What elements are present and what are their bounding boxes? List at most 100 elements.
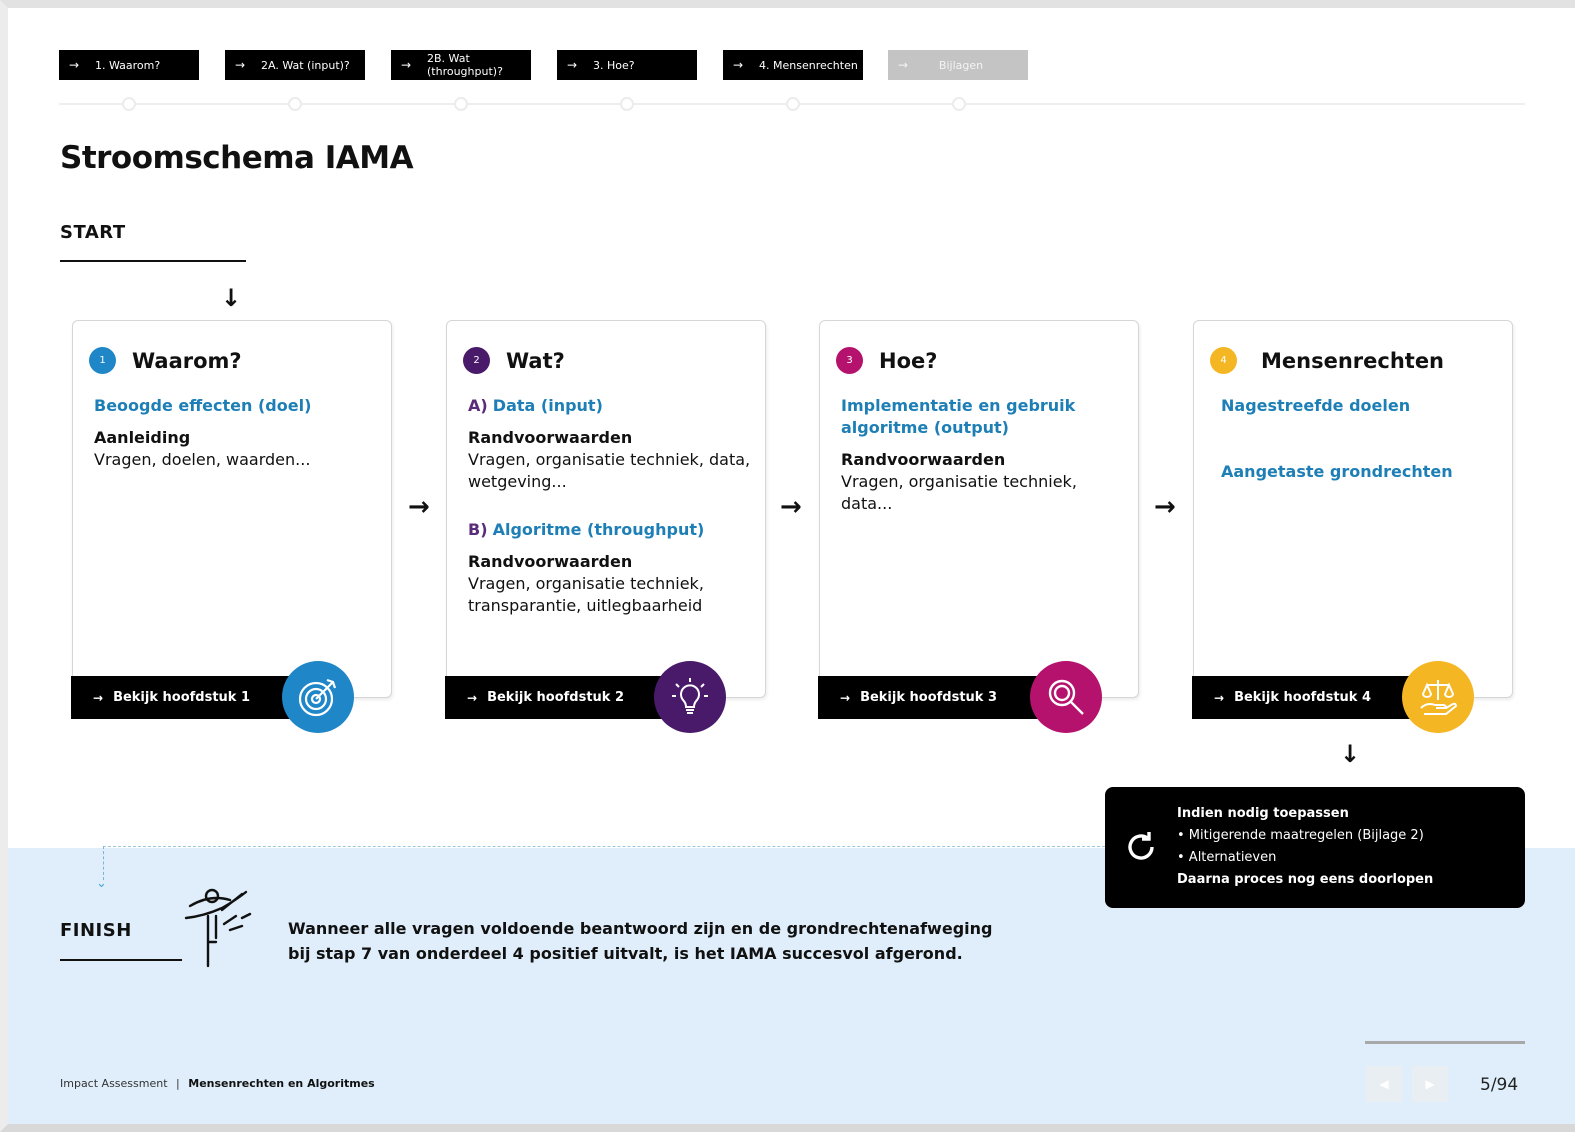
- pager-divider: [1365, 1041, 1525, 1044]
- finish-text-line: Wanneer alle vragen voldoende beantwoord…: [288, 919, 993, 938]
- card-header: 3 Hoe?: [836, 347, 937, 374]
- callout-indien-nodig: Indien nodig toepassen • Mitigerende maa…: [1105, 787, 1525, 908]
- card-subhead: Randvoorwaarden: [468, 552, 633, 571]
- card-text: Vragen, organisatie techniek, data...: [841, 472, 1077, 513]
- card-header: 2 Wat?: [463, 347, 565, 374]
- nav-tab-label: 2B. Wat (throughput)?: [427, 52, 503, 78]
- card-link[interactable]: Aangetaste grondrechten: [1221, 461, 1498, 483]
- card-link: Algoritme (throughput): [492, 520, 705, 539]
- nav-tab-label: 1. Waarom?: [95, 58, 161, 72]
- card-link-b[interactable]: B) Algoritme (throughput): [468, 519, 751, 541]
- card-waarom: 1 Waarom? Beoogde effecten (doel) Aanlei…: [72, 320, 392, 698]
- step-number-badge: 2: [463, 347, 490, 374]
- callout-title: Indien nodig toepassen: [1177, 806, 1349, 821]
- arrow-right-icon: →: [733, 58, 744, 72]
- finish-text-line: bij stap 7 van onderdeel 4 positief uitv…: [288, 944, 963, 963]
- magnifier-icon: [1030, 661, 1102, 733]
- card-title: Waarom?: [132, 348, 242, 373]
- nav-tab-waarom[interactable]: → 1. Waarom?: [59, 50, 199, 80]
- card-link[interactable]: Implementatie en gebruik algoritme (outp…: [841, 395, 1081, 439]
- card-link[interactable]: Beoogde effecten (doel): [94, 395, 377, 417]
- nav-tab-label: Bijlagen: [938, 58, 984, 72]
- scales-hand-icon: [1402, 661, 1474, 733]
- section-prefix: A): [468, 396, 488, 415]
- callout-item: • Alternatieven: [1177, 850, 1277, 865]
- page-title: Stroomschema IAMA: [60, 140, 414, 176]
- refresh-icon: [1123, 829, 1159, 869]
- button-label: Bekijk hoofdstuk 1: [113, 690, 251, 705]
- nav-tab-wat-throughput[interactable]: → 2B. Wat (throughput)?: [391, 50, 531, 80]
- button-label: Bekijk hoofdstuk 3: [860, 690, 998, 705]
- dashed-connector: [103, 846, 104, 880]
- card-text: Vragen, organisatie techniek, data, wetg…: [468, 450, 751, 491]
- arrow-right-icon: →: [467, 690, 478, 705]
- card-text: Vragen, doelen, waarden...: [94, 450, 311, 469]
- arrow-right-icon: →: [567, 58, 578, 72]
- card-title: Wat?: [506, 348, 565, 373]
- arrow-right-icon: →: [898, 58, 909, 72]
- card-subhead: Randvoorwaarden: [468, 428, 633, 447]
- nav-progress-dot: [620, 97, 634, 111]
- nav-tab-label: 3. Hoe?: [593, 58, 635, 72]
- doc-subtitle: Mensenrechten en Algoritmes: [188, 1077, 375, 1090]
- arrow-down-icon: ↓: [221, 284, 242, 312]
- nav-progress-dot: [454, 97, 468, 111]
- nav-tab-label: 4. Mensenrechten: [759, 58, 858, 72]
- card-title: Mensenrechten: [1261, 348, 1445, 373]
- callout-item: • Mitigerende maatregelen (Bijlage 2): [1177, 828, 1424, 843]
- prev-page-button[interactable]: ◀: [1366, 1066, 1402, 1102]
- finish-text: Wanneer alle vragen voldoende beantwoord…: [288, 916, 992, 966]
- start-label: START: [60, 222, 126, 243]
- nav-progress-dot: [288, 97, 302, 111]
- card-header: 4 Mensenrechten: [1210, 347, 1444, 374]
- button-label: Bekijk hoofdstuk 4: [1234, 690, 1372, 705]
- step-number-badge: 1: [89, 347, 116, 374]
- card-body: Nagestreefde doelen Aangetaste grondrech…: [1221, 395, 1498, 483]
- arrow-right-icon: →: [1154, 492, 1176, 522]
- page-number: 5/94: [1480, 1075, 1519, 1095]
- lightbulb-icon: [654, 661, 726, 733]
- callout-text: Indien nodig toepassen • Mitigerende maa…: [1177, 803, 1433, 891]
- card-link-a[interactable]: A) Data (input): [468, 395, 751, 417]
- bekijk-hoofdstuk-1-button[interactable]: → Bekijk hoofdstuk 1: [71, 676, 291, 719]
- card-hoe: 3 Hoe? Implementatie en gebruik algoritm…: [819, 320, 1139, 698]
- arrow-right-icon: →: [235, 58, 246, 72]
- section-prefix: B): [468, 520, 488, 539]
- card-body: Implementatie en gebruik algoritme (outp…: [841, 395, 1124, 515]
- finish-label: FINISH: [60, 920, 132, 941]
- bekijk-hoofdstuk-3-button[interactable]: → Bekijk hoofdstuk 3: [818, 676, 1038, 719]
- arrow-right-icon: →: [780, 492, 802, 522]
- callout-footer: Daarna proces nog eens doorlopen: [1177, 872, 1434, 887]
- bekijk-hoofdstuk-2-button[interactable]: → Bekijk hoofdstuk 2: [445, 676, 665, 719]
- card-link[interactable]: Nagestreefde doelen: [1221, 395, 1498, 417]
- card-body: Beoogde effecten (doel) Aanleiding Vrage…: [94, 395, 377, 471]
- arrow-right-icon: →: [408, 492, 430, 522]
- finish-underline: [60, 959, 182, 961]
- nav-tab-hoe[interactable]: → 3. Hoe?: [557, 50, 697, 80]
- arrow-down-icon: ↓: [1340, 740, 1361, 768]
- arrow-down-icon: ⌄: [96, 876, 107, 891]
- arrow-right-icon: →: [1214, 690, 1225, 705]
- card-link: Data (input): [492, 396, 603, 415]
- nav-tab-wat-input[interactable]: → 2A. Wat (input)?: [225, 50, 365, 80]
- card-title: Hoe?: [879, 348, 938, 373]
- nav-progress-dot: [952, 97, 966, 111]
- button-label: Bekijk hoofdstuk 2: [487, 690, 625, 705]
- card-text: Vragen, organisatie techniek, transparan…: [468, 574, 704, 615]
- nav-progress-dot: [786, 97, 800, 111]
- dashed-connector: [103, 846, 1105, 847]
- step-number-badge: 3: [836, 347, 863, 374]
- bekijk-hoofdstuk-4-button[interactable]: → Bekijk hoofdstuk 4: [1192, 676, 1412, 719]
- arrow-right-icon: →: [401, 58, 412, 72]
- nav-tab-bijlagen[interactable]: → Bijlagen: [888, 50, 1028, 80]
- target-icon: [282, 661, 354, 733]
- arrow-right-icon: →: [840, 690, 851, 705]
- nav-progress-dot: [122, 97, 136, 111]
- runner-finish-icon: [178, 886, 258, 972]
- nav-tab-mensenrechten[interactable]: → 4. Mensenrechten: [723, 50, 863, 80]
- card-wat: 2 Wat? A) Data (input) Randvoorwaarden V…: [446, 320, 766, 698]
- card-header: 1 Waarom?: [89, 347, 242, 374]
- next-page-button[interactable]: ▶: [1412, 1066, 1448, 1102]
- card-subhead: Aanleiding: [94, 428, 191, 447]
